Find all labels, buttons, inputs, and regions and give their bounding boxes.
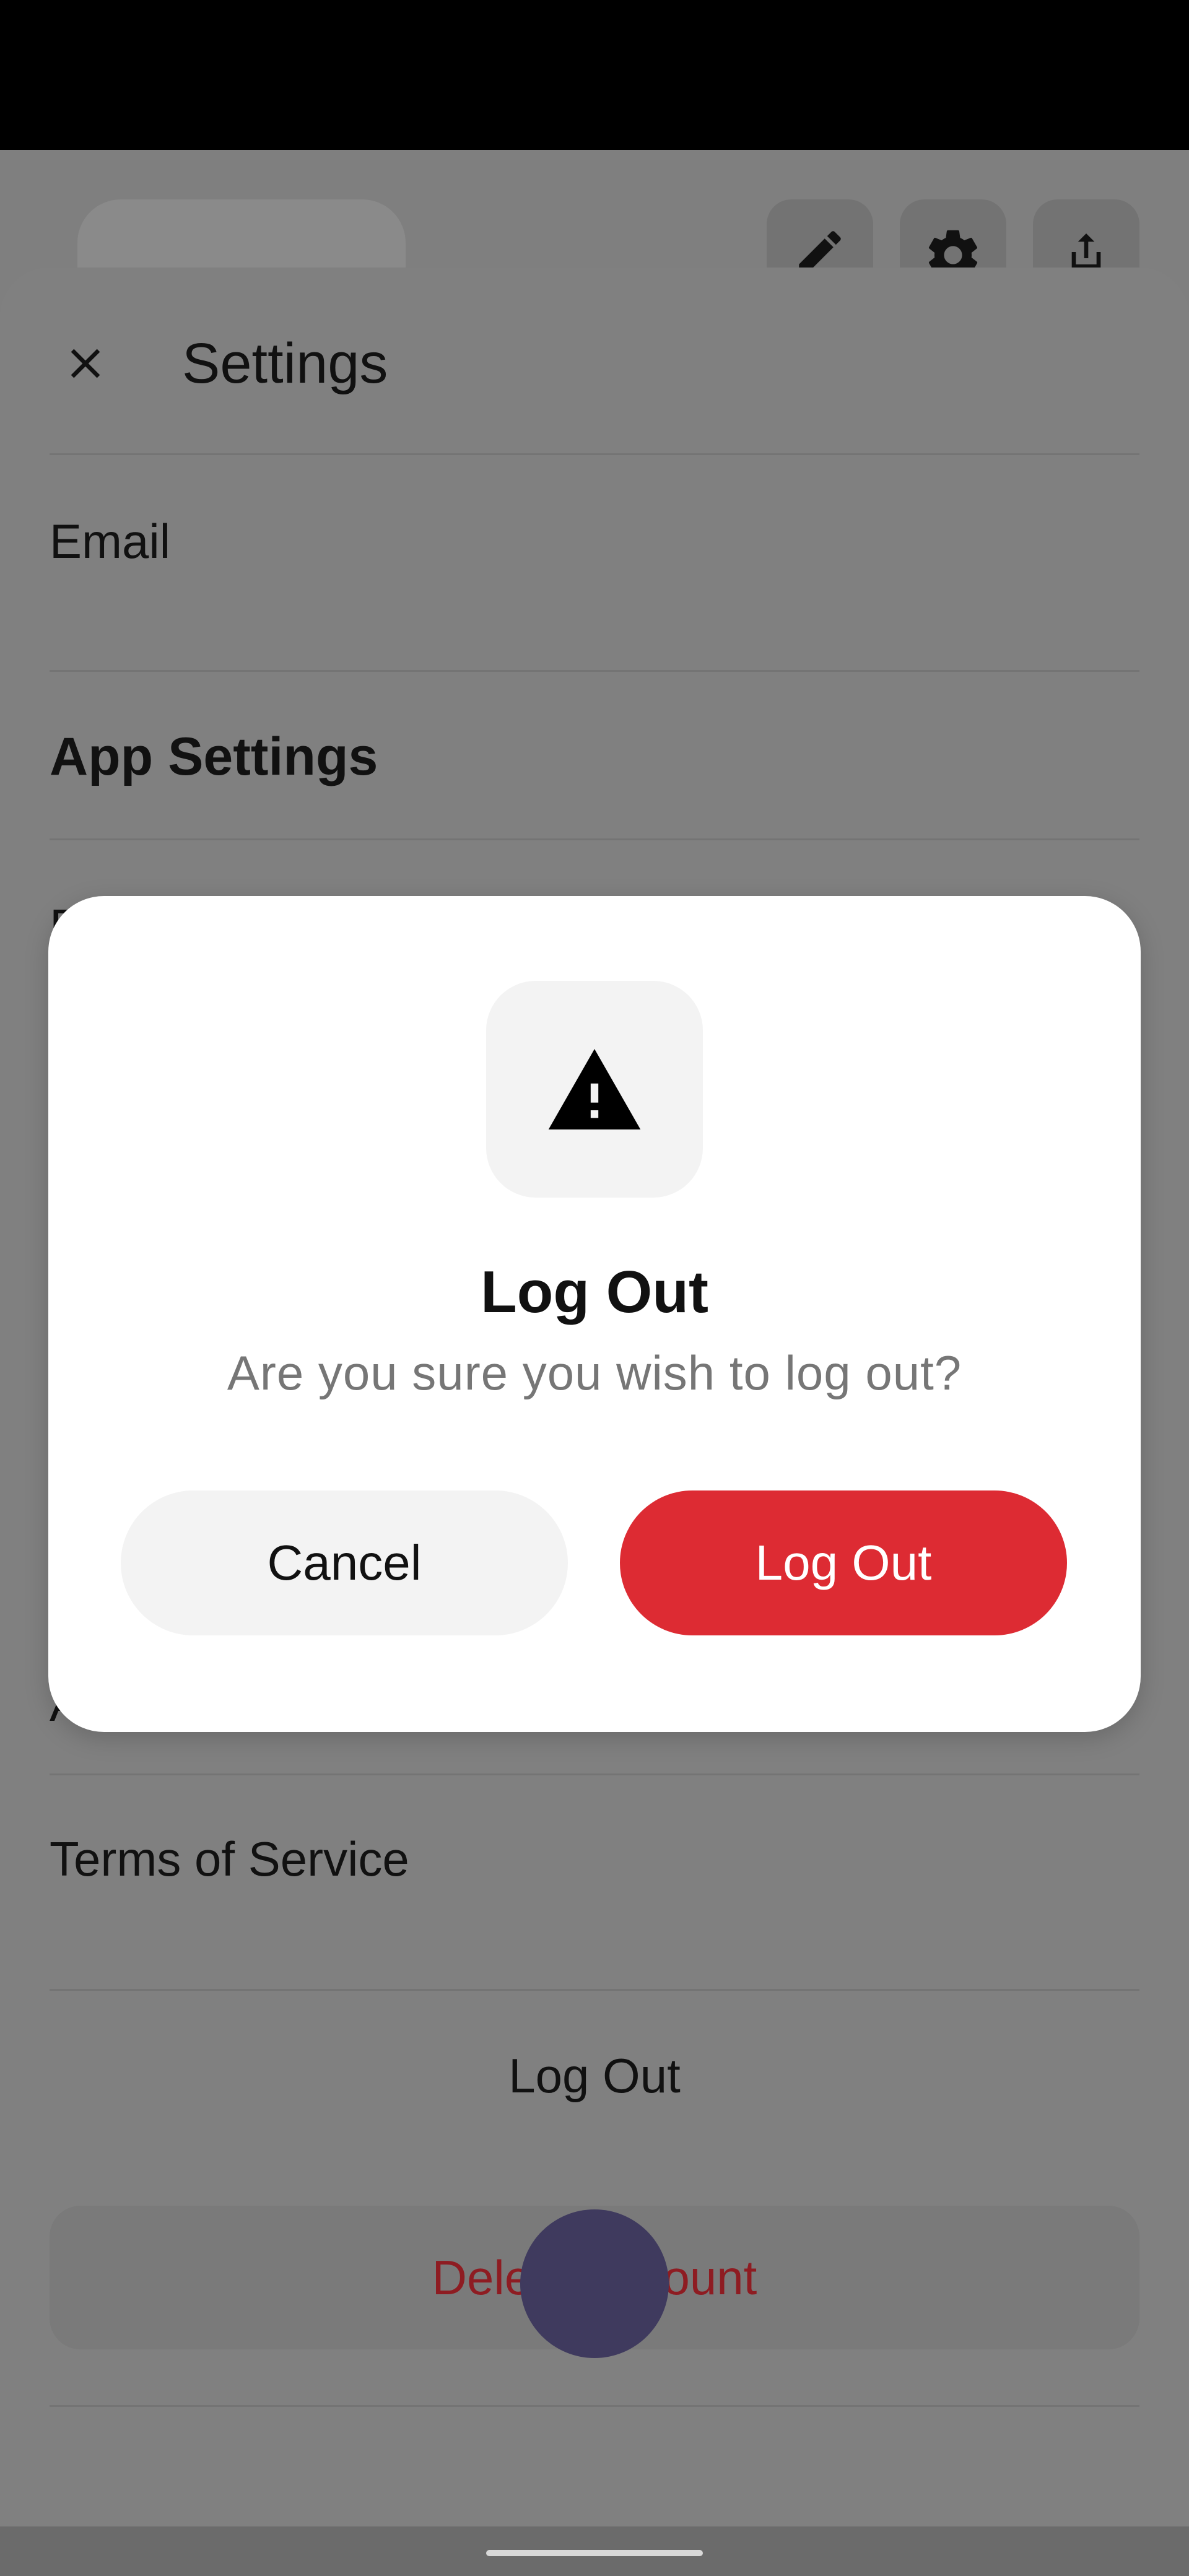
logout-row[interactable]: Log Out: [0, 2045, 1189, 2107]
dialog-title: Log Out: [481, 1259, 708, 1325]
divider: [50, 1989, 1139, 1991]
divider: [50, 838, 1139, 840]
warning-icon: [548, 1049, 641, 1129]
divider: [50, 670, 1139, 672]
terms-of-service-row[interactable]: Terms of Service: [50, 1828, 409, 1890]
dialog-message: Are you sure you wish to log out?: [227, 1346, 962, 1400]
home-indicator[interactable]: [486, 2550, 703, 2556]
divider: [50, 453, 1139, 455]
logout-dialog: Log Out Are you sure you wish to log out…: [48, 896, 1141, 1732]
status-bar: [0, 0, 1189, 150]
settings-title: Settings: [182, 332, 388, 395]
divider: [50, 2405, 1139, 2407]
email-row[interactable]: Email: [50, 510, 170, 572]
dialog-icon-container: [486, 981, 703, 1198]
divider: [50, 1773, 1139, 1775]
confirm-logout-button[interactable]: Log Out: [620, 1490, 1067, 1635]
close-button[interactable]: [48, 326, 123, 401]
cancel-button[interactable]: Cancel: [121, 1490, 568, 1635]
settings-header: Settings: [0, 268, 1189, 453]
bottom-avatar: [520, 2209, 669, 2358]
close-icon: [71, 349, 100, 378]
app-settings-heading: App Settings: [50, 727, 378, 786]
